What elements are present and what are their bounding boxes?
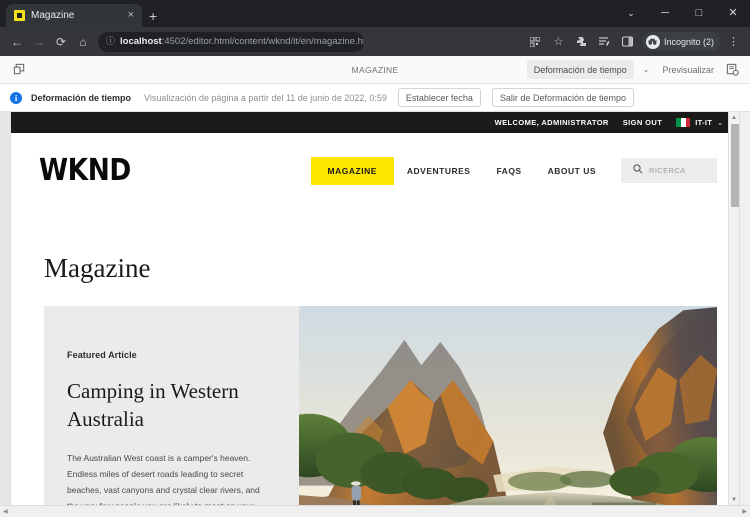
qr-code-icon[interactable]	[525, 31, 546, 52]
page-properties-icon[interactable]	[722, 63, 742, 76]
canvas-vertical-scrollbar[interactable]	[739, 112, 750, 505]
scroll-down-arrow-icon[interactable]: ▼	[729, 494, 739, 505]
page-title: Magazine	[44, 253, 151, 283]
set-date-button[interactable]: Establecer fecha	[397, 88, 481, 107]
site-info-icon[interactable]: ⓘ	[106, 37, 115, 46]
wknd-favicon	[14, 10, 25, 21]
preview-button[interactable]: Previsualizar	[658, 65, 718, 75]
scroll-left-arrow-icon[interactable]: ◀	[3, 508, 8, 515]
nav-item-adventures[interactable]: ADVENTURES	[394, 157, 484, 185]
site-utility-bar: WELCOME, ADMINISTRATOR SIGN OUT IT-IT ⌄	[11, 112, 739, 133]
reading-list-icon[interactable]	[594, 31, 615, 52]
tab-title: Magazine	[31, 10, 75, 21]
minimize-button[interactable]: ─	[648, 0, 682, 27]
featured-article-card[interactable]: Featured Article Camping in Western Aust…	[44, 306, 717, 505]
featured-article-label: Featured Article	[67, 350, 137, 360]
featured-article-body: The Australian West coast is a camper's …	[67, 453, 260, 505]
incognito-label: Incognito (2)	[663, 36, 714, 47]
url-text: localhost:4502/editor.html/content/wknd/…	[120, 36, 364, 47]
main-navigation: MAGAZINE ADVENTURES FAQS ABOUT US RICERC…	[310, 156, 717, 185]
windjana-gorge-photo	[299, 306, 717, 505]
italy-flag-icon	[676, 118, 691, 127]
featured-article-headline: Camping in Western Australia	[67, 379, 239, 431]
sign-out-link[interactable]: SIGN OUT	[623, 118, 662, 127]
welcome-text: WELCOME, ADMINISTRATOR	[494, 118, 609, 127]
browser-menu-icon[interactable]: ⋮	[723, 31, 744, 52]
featured-article-text: Featured Article Camping in Western Aust…	[44, 306, 299, 505]
notification-message: Visualización de página a partir del 11 …	[144, 92, 387, 103]
page-vertical-scrollbar[interactable]: ▲ ▼	[728, 112, 739, 505]
wknd-logo[interactable]: WKND	[39, 153, 131, 188]
canvas-horizontal-scrollbar[interactable]: ◀ ▶	[0, 505, 750, 517]
window-controls: ⌄ ─ □ ✕	[614, 0, 750, 27]
url-path: :4502/editor.html/content/wknd/it/en/mag…	[161, 36, 364, 47]
close-tab-icon[interactable]: ×	[126, 10, 136, 21]
close-window-button[interactable]: ✕	[716, 0, 750, 27]
extensions-puzzle-icon[interactable]	[571, 31, 592, 52]
scroll-up-arrow-icon[interactable]: ▲	[729, 112, 739, 123]
incognito-indicator[interactable]: Incognito (2)	[642, 32, 721, 51]
scroll-right-arrow-icon[interactable]: ▶	[742, 508, 747, 515]
wknd-page: WELCOME, ADMINISTRATOR SIGN OUT IT-IT ⌄ …	[11, 112, 739, 505]
forward-icon[interactable]: →	[28, 31, 50, 53]
search-input[interactable]: RICERCA	[621, 158, 717, 183]
toolbar-right-icons: ☆ Incognito (2) ⋮	[525, 31, 744, 52]
browser-toolbar: ← → ⟳ ⌂ ⓘ localhost:4502/editor.html/con…	[0, 27, 750, 56]
language-label: IT-IT	[695, 118, 713, 127]
bookmark-star-icon[interactable]: ☆	[548, 31, 569, 52]
url-host: localhost	[120, 36, 162, 47]
nav-item-magazine[interactable]: MAGAZINE	[310, 156, 394, 185]
aem-editor-toolbar: MAGAZINE Deformación de tiempo ⌄ Previsu…	[0, 56, 750, 84]
language-selector[interactable]: IT-IT ⌄	[676, 118, 723, 127]
exit-timewarp-button[interactable]: Salir de Deformación de tiempo	[491, 88, 634, 107]
browser-tab-magazine[interactable]: Magazine ×	[6, 4, 142, 27]
search-placeholder: RICERCA	[649, 166, 686, 175]
reload-icon[interactable]: ⟳	[50, 31, 72, 53]
browser-window: Magazine × + ⌄ ─ □ ✕ ← → ⟳ ⌂ ⓘ localhost…	[0, 0, 750, 517]
side-rail-toggle-icon[interactable]	[8, 63, 30, 76]
page-canvas: WELCOME, ADMINISTRATOR SIGN OUT IT-IT ⌄ …	[0, 112, 750, 505]
canvas-left-gutter	[0, 112, 11, 505]
nav-item-about-us[interactable]: ABOUT US	[535, 157, 609, 185]
site-header: WKND MAGAZINE ADVENTURES FAQS ABOUT US R…	[11, 133, 739, 208]
incognito-avatar-icon	[645, 34, 660, 49]
notification-title: Deformación de tiempo	[31, 92, 132, 103]
editor-toolbar-right: Deformación de tiempo ⌄ Previsualizar	[526, 60, 742, 79]
tab-search-chevron-icon[interactable]: ⌄	[614, 0, 648, 27]
timewarp-notification-bar: i Deformación de tiempo Visualización de…	[0, 84, 750, 112]
editor-mode-selector[interactable]: Deformación de tiempo	[526, 60, 634, 79]
back-icon[interactable]: ←	[6, 31, 28, 53]
chevron-down-icon[interactable]: ⌄	[638, 65, 655, 74]
new-tab-button[interactable]: +	[149, 9, 157, 23]
tab-strip: Magazine × + ⌄ ─ □ ✕	[0, 0, 750, 27]
address-bar[interactable]: ⓘ localhost:4502/editor.html/content/wkn…	[98, 31, 364, 52]
search-icon	[633, 164, 643, 177]
side-panel-icon[interactable]	[617, 31, 638, 52]
scrollbar-thumb[interactable]	[731, 124, 739, 207]
chevron-down-icon: ⌄	[717, 119, 723, 127]
nav-item-faqs[interactable]: FAQS	[483, 157, 534, 185]
maximize-button[interactable]: □	[682, 0, 716, 27]
info-icon: i	[10, 91, 22, 104]
home-icon[interactable]: ⌂	[72, 31, 94, 53]
